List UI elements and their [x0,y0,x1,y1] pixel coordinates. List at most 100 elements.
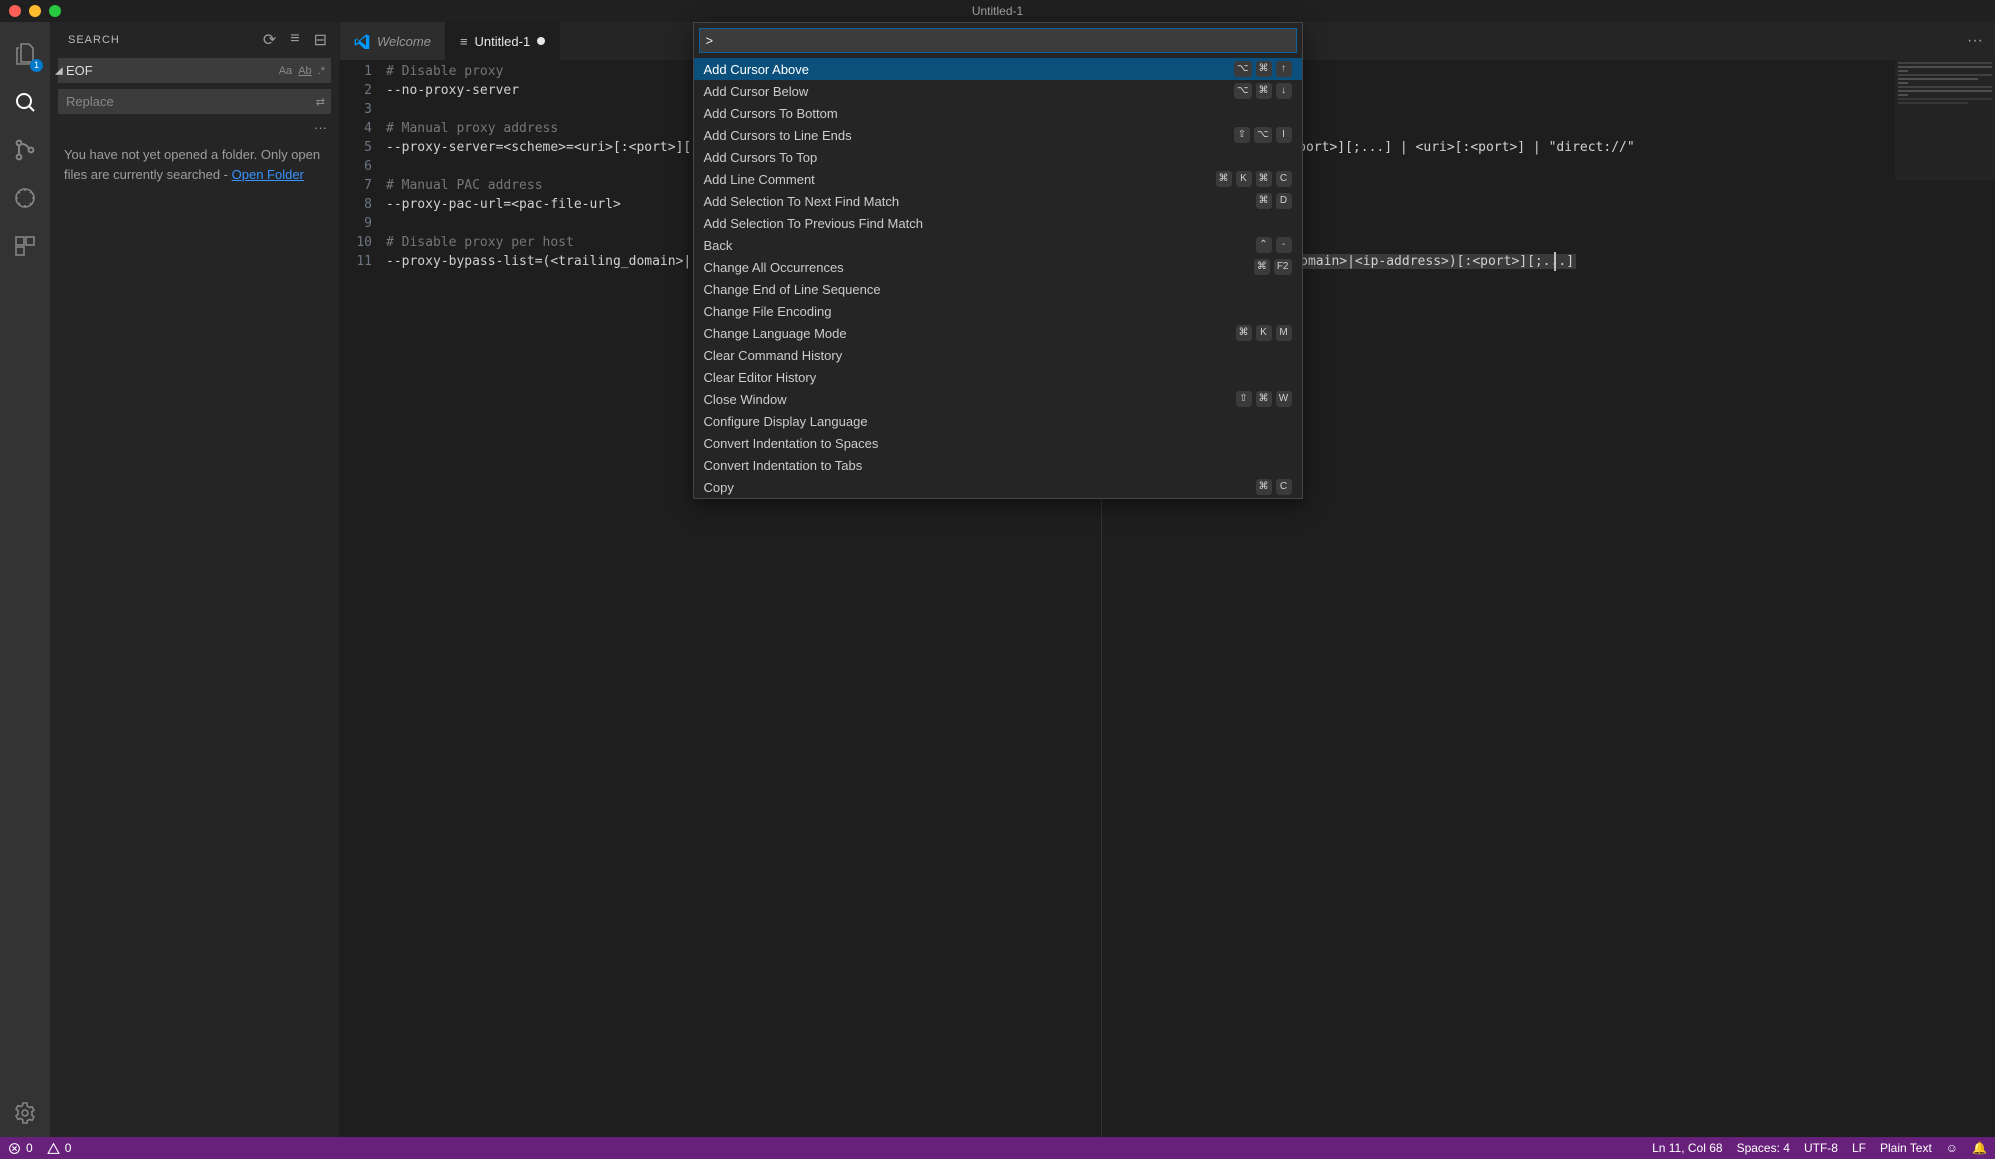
palette-item[interactable]: Add Selection To Next Find Match⌘D [694,190,1302,212]
extensions-icon [13,234,37,258]
more-actions-icon[interactable]: ··· [1967,32,1983,50]
settings-activity[interactable] [1,1089,49,1137]
debug-icon [13,186,37,210]
palette-item[interactable]: Change End of Line Sequence [694,278,1302,300]
key: W [1276,391,1292,407]
minimize-window-dot[interactable] [29,5,41,17]
search-sidebar: SEARCH ⟳ ≡ ⊟ ◢ Aa Ab .* ⇄ ··· You have n… [50,22,340,1137]
key: ⌘ [1256,83,1272,99]
palette-item-label: Change Language Mode [704,326,847,341]
palette-item-label: Convert Indentation to Spaces [704,436,879,451]
explorer-badge: 1 [30,59,43,72]
palette-item[interactable]: Close Window⇧⌘W [694,388,1302,410]
clear-icon[interactable]: ≡ [290,30,299,50]
refresh-icon[interactable]: ⟳ [263,30,276,50]
palette-item-label: Add Cursor Above [704,62,810,77]
key: ⌘ [1256,391,1272,407]
palette-item-label: Change File Encoding [704,304,832,319]
palette-item-label: Add Cursor Below [704,84,809,99]
tab-actions: ··· [1967,22,1995,60]
source-control-icon [13,138,37,162]
whole-word-icon[interactable]: Ab [296,65,313,77]
scm-activity[interactable] [1,126,49,174]
command-palette-input[interactable] [699,28,1297,53]
palette-item[interactable]: Add Line Comment⌘K⌘C [694,168,1302,190]
palette-item[interactable]: Add Cursor Above ⌥⌘↑ [694,58,1302,80]
palette-item[interactable]: Change Language Mode⌘KM [694,322,1302,344]
palette-item[interactable]: Convert Indentation to Tabs [694,454,1302,476]
tab-untitled-label: Untitled-1 [475,34,531,49]
palette-item[interactable]: Change File Encoding [694,300,1302,322]
bell-icon[interactable]: 🔔 [1972,1141,1987,1155]
toggle-details-icon[interactable]: ··· [50,120,339,135]
palette-item-label: Add Cursors to Line Ends [704,128,852,143]
search-note: You have not yet opened a folder. Only o… [50,135,339,194]
palette-item[interactable]: Clear Command History [694,344,1302,366]
palette-item[interactable]: Clear Editor History [694,366,1302,388]
zoom-window-dot[interactable] [49,5,61,17]
replace-field-wrap: ⇄ [58,89,331,114]
palette-item[interactable]: Add Cursors to Line Ends⇧⌥I [694,124,1302,146]
palette-item-label: Copy [704,480,734,495]
status-errors[interactable]: 0 [8,1141,33,1155]
status-indent[interactable]: Spaces: 4 [1737,1141,1790,1155]
close-window-dot[interactable] [9,5,21,17]
tab-welcome[interactable]: Welcome [340,22,446,60]
palette-item[interactable]: Add Cursors To Bottom [694,102,1302,124]
palette-item-label: Add Selection To Previous Find Match [704,216,923,231]
window-title: Untitled-1 [972,4,1023,18]
key: ⌘ [1254,259,1270,275]
titlebar: Untitled-1 [0,0,1995,22]
palette-item-keys: ⌥⌘↑ [1234,61,1292,77]
status-warnings[interactable]: 0 [47,1141,72,1155]
key: ⌘ [1256,61,1272,77]
palette-item-keys: ⌥⌘↓ [1234,83,1292,99]
palette-item[interactable]: Add Cursors To Top [694,146,1302,168]
key: K [1256,325,1272,341]
line-gutter: 1234567891011 [340,60,386,271]
search-activity[interactable] [1,78,49,126]
search-toggle-icon[interactable]: ◢ [55,65,63,76]
palette-item[interactable]: Configure Display Language [694,410,1302,432]
palette-item-keys: ⌘D [1256,193,1292,209]
key: F2 [1274,259,1292,275]
key: K [1236,171,1252,187]
palette-item[interactable]: Add Selection To Previous Find Match [694,212,1302,234]
palette-item-label: Convert Indentation to Tabs [704,458,863,473]
replace-input[interactable] [58,89,331,114]
replace-all-icon[interactable]: ⇄ [314,95,327,108]
palette-item[interactable]: Copy ⌘C [694,476,1302,498]
status-eol[interactable]: LF [1852,1141,1866,1155]
match-case-icon[interactable]: Aa [277,65,294,77]
status-language[interactable]: Plain Text [1880,1141,1932,1155]
explorer-activity[interactable]: 1 [1,30,49,78]
status-bar: 0 0 Ln 11, Col 68 Spaces: 4 UTF-8 LF Pla… [0,1137,1995,1159]
open-folder-link[interactable]: Open Folder [232,167,304,182]
debug-activity[interactable] [1,174,49,222]
regex-icon[interactable]: .* [316,65,327,77]
key: C [1276,479,1292,495]
palette-item-keys: ⌘C [1256,479,1292,495]
command-palette: Add Cursor Above⌥⌘↑Add Cursor Below⌥⌘↓Ad… [693,22,1303,499]
feedback-icon[interactable]: ☺ [1946,1141,1958,1155]
palette-item[interactable]: Back⌃- [694,234,1302,256]
palette-item[interactable]: Convert Indentation to Spaces [694,432,1302,454]
palette-item-label: Clear Editor History [704,370,817,385]
palette-item[interactable]: Change All Occurrences ⌘F2 [694,256,1302,278]
status-encoding[interactable]: UTF-8 [1804,1141,1838,1155]
palette-item-keys: ⇧⌘W [1236,391,1292,407]
key: ⇧ [1236,391,1252,407]
key: ↑ [1276,61,1292,77]
tab-untitled[interactable]: ≡ Untitled-1 [446,22,560,60]
palette-item-label: Change All Occurrences [704,260,844,275]
key: D [1276,193,1292,209]
status-position[interactable]: Ln 11, Col 68 [1652,1141,1723,1155]
key: ⇧ [1234,127,1250,143]
palette-item-label: Add Line Comment [704,172,815,187]
collapse-icon[interactable]: ⊟ [314,30,327,50]
search-icon [13,90,37,114]
extensions-activity[interactable] [1,222,49,270]
palette-item[interactable]: Add Cursor Below ⌥⌘↓ [694,80,1302,102]
key: ⌘ [1256,479,1272,495]
dirty-indicator-icon [537,37,545,45]
